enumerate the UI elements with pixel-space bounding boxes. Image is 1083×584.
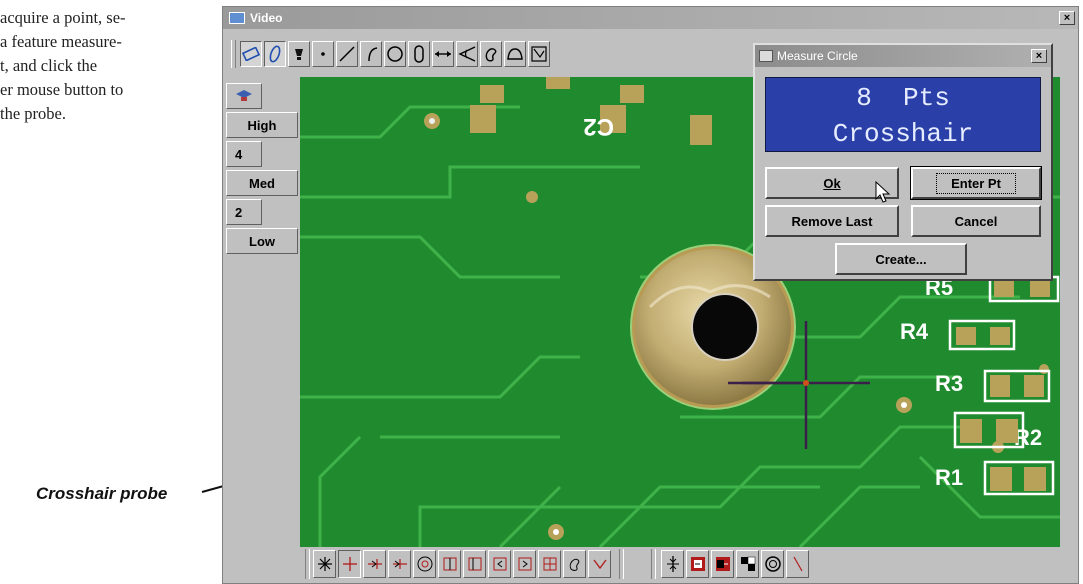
profile-icon[interactable] [528, 41, 550, 67]
arc-icon[interactable] [360, 41, 382, 67]
video-window-titlebar[interactable]: Video [223, 7, 1078, 29]
video-close-button[interactable]: × [1059, 11, 1075, 25]
blob-probe-icon[interactable] [563, 550, 586, 578]
distance-icon[interactable] [432, 41, 454, 67]
edge-both-probe-icon[interactable] [388, 550, 411, 578]
line-icon[interactable] [336, 41, 358, 67]
window-app-icon [229, 12, 245, 24]
zoom-4-button[interactable]: 4 [226, 141, 262, 167]
box-center-icon[interactable] [538, 550, 561, 578]
zoom-low-button[interactable]: Low [226, 228, 298, 254]
blob-icon[interactable] [480, 41, 502, 67]
create-button[interactable]: Create... [835, 243, 967, 275]
enter-point-button[interactable]: Enter Pt [910, 166, 1042, 200]
measure-toolbar [223, 37, 713, 71]
edge-probe-icon[interactable] [363, 550, 386, 578]
pcb-label-c2: C2 [583, 113, 614, 140]
pcb-label-r3: R3 [935, 371, 963, 396]
slash-icon[interactable] [786, 550, 809, 578]
create-label: Create... [875, 251, 927, 267]
remove-last-label: Remove Last [791, 213, 873, 229]
magnification-panel: High 4 Med 2 Low [226, 83, 298, 257]
video-window: Video × High 4 Med 2 Low C2 R5 R4 R3 R2 … [222, 6, 1079, 584]
cancel-button[interactable]: Cancel [911, 205, 1041, 237]
crosshair-probe-icon[interactable] [338, 550, 361, 578]
light-left-icon[interactable] [686, 550, 709, 578]
slot-icon[interactable] [408, 41, 430, 67]
circle-icon[interactable] [384, 41, 406, 67]
rectangle-tool-icon[interactable] [240, 41, 262, 67]
point-icon[interactable] [312, 41, 334, 67]
ring-icon[interactable] [761, 550, 784, 578]
ellipse-tool-icon[interactable] [264, 41, 286, 67]
light-icon[interactable] [288, 41, 310, 67]
angle-icon[interactable] [456, 41, 478, 67]
burst-probe-icon[interactable] [313, 550, 336, 578]
toolbar-separator [651, 549, 656, 579]
cap-icon[interactable] [226, 83, 262, 109]
zoom-high-button[interactable]: High [226, 112, 298, 138]
zoom-med-button[interactable]: Med [226, 170, 298, 196]
video-window-title: Video [250, 11, 283, 25]
zoom-2-button[interactable]: 2 [226, 199, 262, 225]
chevron-probe-icon[interactable] [588, 550, 611, 578]
point-count-display: 8 Pts Crosshair [765, 77, 1041, 152]
box-left-icon[interactable] [488, 550, 511, 578]
dialog-close-button[interactable]: × [1031, 49, 1047, 63]
dialog-title: Measure Circle [777, 49, 858, 63]
curve-icon[interactable] [504, 41, 526, 67]
toolbar-separator [619, 549, 624, 579]
toolbar-separator [305, 549, 310, 579]
dialog-app-icon [759, 50, 773, 62]
probe-type-text: Crosshair [832, 119, 974, 149]
pcb-label-r1: R1 [935, 465, 963, 490]
toolbar-grip [231, 40, 236, 68]
dialog-titlebar[interactable]: Measure Circle [755, 45, 1051, 67]
enter-point-label: Enter Pt [936, 172, 1016, 194]
edge-box-alt-icon[interactable] [463, 550, 486, 578]
pcb-label-r4: R4 [900, 319, 929, 344]
target-probe-icon[interactable] [413, 550, 436, 578]
remove-last-button[interactable]: Remove Last [765, 205, 899, 237]
measure-circle-dialog: Measure Circle × 8 Pts Crosshair Ok Ente… [753, 43, 1053, 281]
point-count-text: 8 Pts [856, 83, 950, 113]
focus-icon[interactable] [661, 550, 684, 578]
checker-icon[interactable] [736, 550, 759, 578]
box-right-icon[interactable] [513, 550, 536, 578]
probe-toolbar [301, 545, 1061, 583]
edge-box-icon[interactable] [438, 550, 461, 578]
ok-button-label: Ok [823, 175, 841, 191]
cancel-label: Cancel [954, 213, 998, 229]
mouse-pointer-icon [875, 181, 891, 203]
light-right-icon[interactable] [711, 550, 734, 578]
